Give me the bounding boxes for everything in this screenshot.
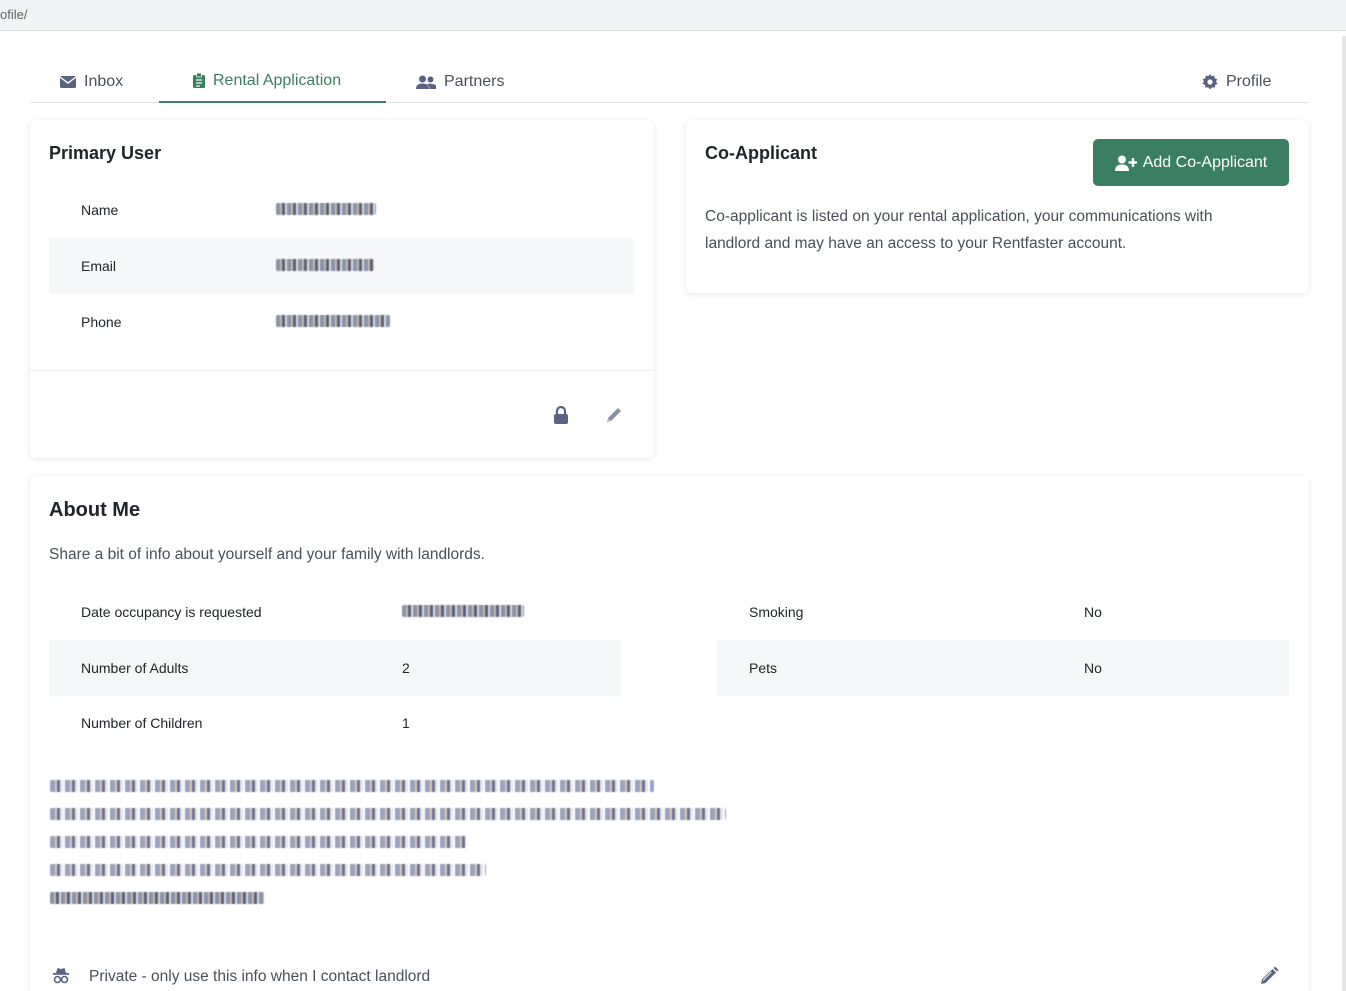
incognito-icon — [53, 968, 69, 984]
field-label: Phone — [81, 314, 122, 330]
users-icon — [416, 75, 436, 89]
about-me-subtitle: Share a bit of info about yourself and y… — [49, 546, 485, 563]
lock-icon[interactable] — [553, 406, 569, 424]
redacted-bio-line — [50, 892, 264, 904]
field-value: 1 — [402, 715, 410, 731]
field-row-name: Name — [49, 182, 634, 238]
add-co-applicant-label: Add Co-Applicant — [1142, 153, 1268, 171]
tab-partners-label: Partners — [444, 72, 505, 90]
browser-address-bar[interactable]: ofile/ — [0, 0, 1346, 31]
redacted-bio-line — [50, 808, 726, 820]
tab-partners[interactable]: Partners — [416, 60, 504, 103]
field-value — [276, 258, 374, 274]
redacted-email — [276, 259, 374, 271]
field-value — [276, 202, 376, 218]
field-row-occupancy-date: Date occupancy is requested — [49, 584, 621, 640]
redacted-bio-line — [50, 780, 654, 792]
main-tabs: Inbox Rental Application Partners Profil… — [30, 60, 1309, 103]
primary-user-title: Primary User — [49, 143, 162, 163]
field-row-adults: Number of Adults 2 — [49, 640, 621, 696]
url-text: ofile/ — [0, 7, 28, 22]
field-value — [402, 604, 524, 620]
edit-pencil-icon[interactable] — [1259, 966, 1279, 986]
about-me-bio — [50, 779, 726, 919]
clipboard-icon — [193, 73, 205, 88]
redacted-phone — [276, 315, 390, 327]
tab-rental-application[interactable]: Rental Application — [159, 60, 386, 103]
about-me-card: About Me Share a bit of info about yours… — [30, 476, 1309, 991]
primary-user-card: Primary User Name Email Phone — [30, 120, 654, 458]
field-row-pets: Pets No — [717, 640, 1289, 696]
field-label: Pets — [749, 660, 778, 676]
user-plus-icon — [1114, 155, 1137, 171]
field-value: 2 — [402, 660, 410, 676]
field-label: Smoking — [749, 604, 804, 620]
redacted-bio-line — [50, 836, 466, 848]
co-applicant-title: Co-Applicant — [705, 143, 817, 163]
field-label: Date occupancy is requested — [81, 604, 262, 620]
field-value: No — [1084, 604, 1102, 620]
field-label: Number of Adults — [81, 660, 189, 676]
field-value — [276, 314, 390, 330]
field-label: Email — [81, 258, 117, 274]
edit-pencil-icon[interactable] — [604, 405, 624, 425]
field-row-email: Email — [49, 238, 634, 294]
redacted-occupancy-date — [402, 605, 524, 617]
field-label: Number of Children — [81, 715, 203, 731]
redacted-bio-line — [50, 864, 486, 876]
field-row-phone: Phone — [49, 294, 634, 350]
privacy-note: Private - only use this info when I cont… — [89, 968, 431, 985]
co-applicant-description: Co-applicant is listed on your rental ap… — [705, 203, 1295, 257]
co-applicant-description-line-2: landlord and may have an access to your … — [705, 235, 1127, 252]
tab-rental-application-label: Rental Application — [213, 71, 342, 89]
gear-icon — [1202, 73, 1218, 89]
tab-profile-label: Profile — [1226, 72, 1272, 90]
field-label: Name — [81, 202, 119, 218]
tab-profile[interactable]: Profile — [1202, 60, 1271, 103]
co-applicant-description-line-1: Co-applicant is listed on your rental ap… — [705, 208, 1213, 225]
field-row-children: Number of Children 1 — [49, 695, 621, 751]
tab-inbox[interactable]: Inbox — [60, 60, 123, 103]
redacted-name — [276, 203, 376, 215]
page-scrollbar[interactable] — [1342, 36, 1346, 991]
envelope-icon — [60, 75, 76, 88]
about-me-title: About Me — [49, 499, 141, 521]
field-value: No — [1084, 660, 1102, 676]
add-co-applicant-button[interactable]: Add Co-Applicant — [1093, 139, 1289, 186]
divider — [30, 370, 654, 371]
field-row-smoking: Smoking No — [717, 584, 1289, 640]
tab-inbox-label: Inbox — [84, 72, 124, 90]
